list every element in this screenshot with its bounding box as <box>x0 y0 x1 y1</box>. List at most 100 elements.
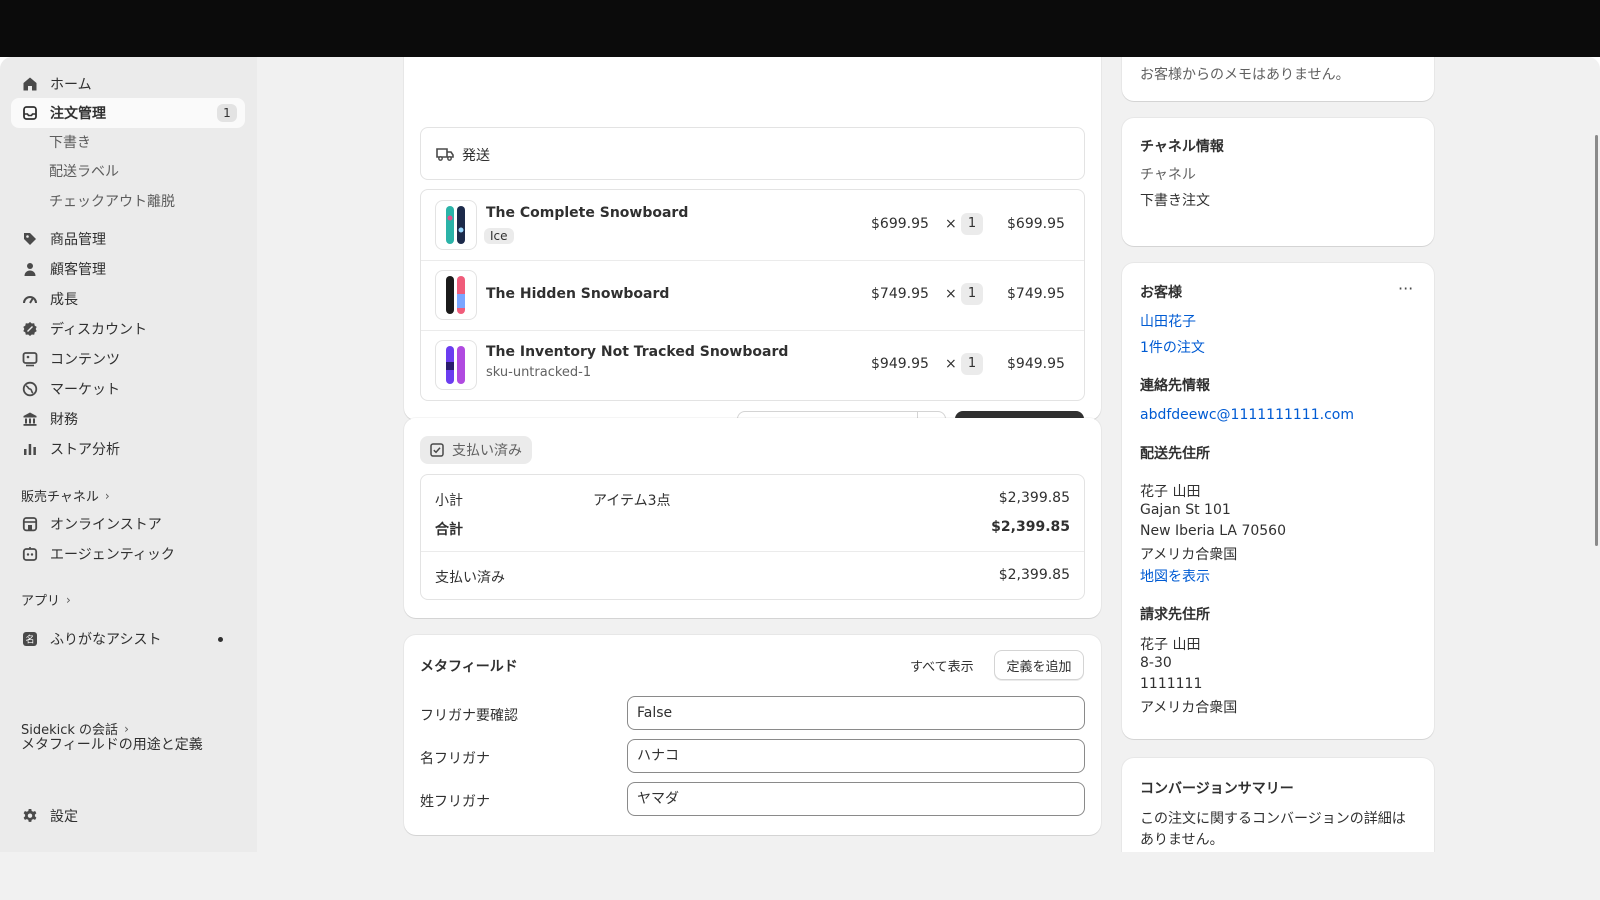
customer-card: お客様 ··· 山田花子 1件の注文 連絡先情報 abdfdeewc@11111… <box>1122 263 1434 739</box>
metafields-card: メタフィールド すべて表示 定義を追加 フリガナ要確認 False 名フリガナ … <box>404 635 1101 835</box>
apps-label: アプリ <box>21 594 61 609</box>
product-thumbnail[interactable] <box>435 200 477 250</box>
quantity-badge: 1 <box>961 283 983 305</box>
sidebar-item-settings[interactable]: 設定 <box>11 801 245 831</box>
view-map-link[interactable]: 地図を表示 <box>1140 566 1210 586</box>
inbox-icon <box>22 105 38 121</box>
sidebar-item-discounts[interactable]: ディスカウント <box>11 314 245 344</box>
top-frame-bar <box>0 0 1600 57</box>
shipping-title: 発送 <box>462 148 490 164</box>
sidebar-item-label: ストア分析 <box>50 442 120 458</box>
billing-address-line: 8-30 <box>1140 655 1172 671</box>
agent-icon <box>22 546 38 562</box>
tag-icon <box>22 231 38 247</box>
customer-title: お客様 <box>1140 285 1182 301</box>
gauge-icon <box>22 291 38 307</box>
line-item-total: $749.95 <box>1007 286 1065 302</box>
furigana-app-icon: 名 <box>22 631 38 647</box>
paid-value: $2,399.85 <box>998 567 1070 583</box>
sidebar-item-label: オンラインストア <box>50 517 162 533</box>
fulfillment-card: 発送 The Complete Snowboard Ice $699.95 × … <box>404 57 1101 441</box>
sidebar-item-label: マーケット <box>50 382 120 398</box>
times-sign: × <box>945 286 957 302</box>
sidebar-item-label: ディスカウント <box>50 322 148 338</box>
line-item-total: $699.95 <box>1007 216 1065 232</box>
channel-label: チャネル <box>1140 167 1196 183</box>
billing-address-line: 花子 山田 <box>1140 637 1201 653</box>
line-item-name[interactable]: The Hidden Snowboard <box>486 286 669 302</box>
subtotal-value: $2,399.85 <box>998 490 1070 506</box>
sidebar-subitem-shipping-labels[interactable]: 配送ラベル <box>49 161 119 183</box>
subtotal-label: 小計 <box>435 493 463 509</box>
sidebar: ホーム 注文管理 1 下書き 配送ラベル チェックアウト離脱 商品管理 顧客管理… <box>0 57 257 852</box>
sidebar-item-content[interactable]: コンテンツ <box>11 344 245 374</box>
sidebar-item-furigana-app[interactable]: 名 ふりがなアシスト <box>11 624 245 654</box>
total-label: 合計 <box>435 522 463 538</box>
shipping-address-line: 花子 山田 <box>1140 484 1201 500</box>
line-item-name[interactable]: The Inventory Not Tracked Snowboard <box>486 344 788 360</box>
home-icon <box>22 76 38 92</box>
sidebar-item-markets[interactable]: マーケット <box>11 374 245 404</box>
row-divider <box>421 260 1084 261</box>
sidebar-item-label: 顧客管理 <box>50 262 106 278</box>
product-thumbnail[interactable] <box>435 340 477 390</box>
payment-card: 支払い済み 小計 アイテム3点 $2,399.85 合計 $2,399.85 支… <box>404 418 1101 618</box>
orders-count-badge: 1 <box>217 104 237 122</box>
show-all-link[interactable]: すべて表示 <box>910 656 974 675</box>
shipping-header: 発送 <box>420 127 1085 180</box>
chevron-right-icon: › <box>66 592 71 607</box>
line-item-sku: sku-untracked-1 <box>486 365 592 380</box>
sidebar-item-orders[interactable]: 注文管理 1 <box>11 98 245 128</box>
store-icon <box>22 516 38 532</box>
person-icon <box>22 261 38 277</box>
add-definition-button[interactable]: 定義を追加 <box>994 650 1084 680</box>
customer-orders-link[interactable]: 1件の注文 <box>1140 337 1205 357</box>
line-item-name[interactable]: The Complete Snowboard <box>486 205 688 221</box>
sidebar-item-home[interactable]: ホーム <box>11 69 245 99</box>
sidebar-item-customers[interactable]: 顧客管理 <box>11 254 245 284</box>
sidebar-item-label: 設定 <box>50 809 78 825</box>
customer-email-link[interactable]: abdfdeewc@1111111111.com <box>1140 407 1354 423</box>
paid-label: 支払い済み <box>435 570 505 586</box>
total-value: $2,399.85 <box>991 519 1070 535</box>
conversion-summary-card: コンバージョンサマリー この注文に関するコンバージョンの詳細は ありません。 <box>1122 758 1434 852</box>
sidebar-item-label: ふりがなアシスト <box>50 632 162 648</box>
sidebar-item-label: コンテンツ <box>50 352 120 368</box>
conversion-summary-title: コンバージョンサマリー <box>1140 781 1294 797</box>
chart-bar-icon <box>22 441 38 457</box>
shipping-address-line: アメリカ合衆国 <box>1140 547 1238 563</box>
payment-summary-box: 小計 アイテム3点 $2,399.85 合計 $2,399.85 支払い済み $… <box>420 474 1085 600</box>
contact-info-title: 連絡先情報 <box>1140 378 1210 394</box>
line-item-total: $949.95 <box>1007 356 1065 372</box>
sidebar-item-analytics[interactable]: ストア分析 <box>11 434 245 464</box>
discount-icon <box>22 321 38 337</box>
sidebar-subitem-abandoned-checkouts[interactable]: チェックアウト離脱 <box>49 191 175 213</box>
sidebar-item-label: 注文管理 <box>50 106 106 122</box>
sidebar-item-label: 成長 <box>50 292 78 308</box>
line-item-price: $749.95 <box>871 286 929 302</box>
times-sign: × <box>945 356 957 372</box>
sidebar-item-label: 財務 <box>50 412 78 428</box>
sidebar-subitem-drafts[interactable]: 下書き <box>49 132 91 154</box>
quantity-badge: 1 <box>961 213 983 235</box>
sales-channels-heading[interactable]: 販売チャネル › <box>21 486 110 506</box>
sidebar-item-finance[interactable]: 財務 <box>11 404 245 434</box>
metafield-input-furigana-check[interactable]: False <box>627 696 1085 730</box>
notes-card: お客様からのメモはありません。 <box>1122 57 1434 101</box>
apps-heading[interactable]: アプリ › <box>21 590 71 610</box>
metafield-input-first-name-furigana[interactable]: ハナコ <box>627 739 1085 773</box>
customer-name-link[interactable]: 山田花子 <box>1140 311 1196 331</box>
sidebar-item-online-store[interactable]: オンラインストア <box>11 509 245 539</box>
metafield-input-last-name-furigana[interactable]: ヤマダ <box>627 782 1085 816</box>
shipping-address-title: 配送先住所 <box>1140 446 1210 462</box>
page-scrollbar[interactable] <box>1595 135 1598 546</box>
sidebar-item-growth[interactable]: 成長 <box>11 284 245 314</box>
product-thumbnail[interactable] <box>435 270 477 320</box>
more-options-icon[interactable]: ··· <box>1398 279 1413 298</box>
quantity-badge: 1 <box>961 353 983 375</box>
billing-address-line: アメリカ合衆国 <box>1140 700 1238 716</box>
sidebar-item-agentic[interactable]: エージェンティック <box>11 539 245 569</box>
sidekick-conversation-item[interactable]: メタフィールドの用途と定義 <box>21 734 203 756</box>
globe-icon <box>22 381 38 397</box>
sidebar-item-products[interactable]: 商品管理 <box>11 224 245 254</box>
